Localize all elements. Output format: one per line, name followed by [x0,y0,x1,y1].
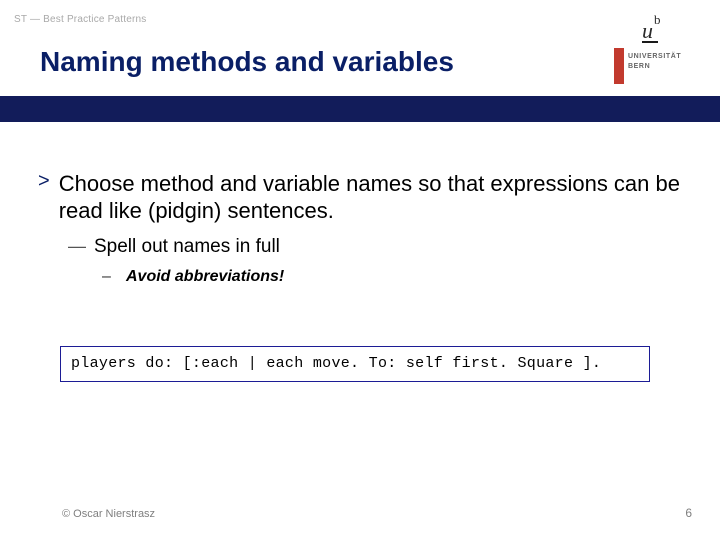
bullet-lvl1-marker: > [38,170,59,193]
bullet-lvl3-text: Avoid abbreviations! [126,268,284,286]
logo-mark: ub [642,8,660,34]
bullet-lvl3-marker: – [102,268,126,286]
logo-word2: BERN [628,62,681,72]
logo-redbar [614,48,624,84]
logo-b: b [654,12,661,28]
page-title: Naming methods and variables [40,46,454,78]
university-logo: ub UNIVERSITÄT BERN [614,6,704,98]
bullet-lvl2: — Spell out names in full [68,236,682,258]
logo-word1: UNIVERSITÄT [628,52,681,62]
logo-wordmark: UNIVERSITÄT BERN [628,52,681,72]
footer-copyright: © Oscar Nierstrasz [62,508,155,520]
breadcrumb: ST — Best Practice Patterns [14,14,147,25]
bullet-lvl2-text: Spell out names in full [94,236,280,258]
title-band [0,96,720,122]
logo-underline [642,41,658,43]
bullet-lvl1-text: Choose method and variable names so that… [59,170,682,224]
bullet-lvl2-marker: — [68,236,94,257]
bullet-lvl1: > Choose method and variable names so th… [38,170,682,224]
slide: ST — Best Practice Patterns Naming metho… [0,0,720,540]
code-example: players do: [:each | each move. To: self… [60,346,650,382]
content-area: > Choose method and variable names so th… [38,170,682,286]
bullet-lvl3: – Avoid abbreviations! [102,268,682,286]
code-text: players do: [:each | each move. To: self… [60,346,650,382]
footer-page-number: 6 [685,506,692,520]
